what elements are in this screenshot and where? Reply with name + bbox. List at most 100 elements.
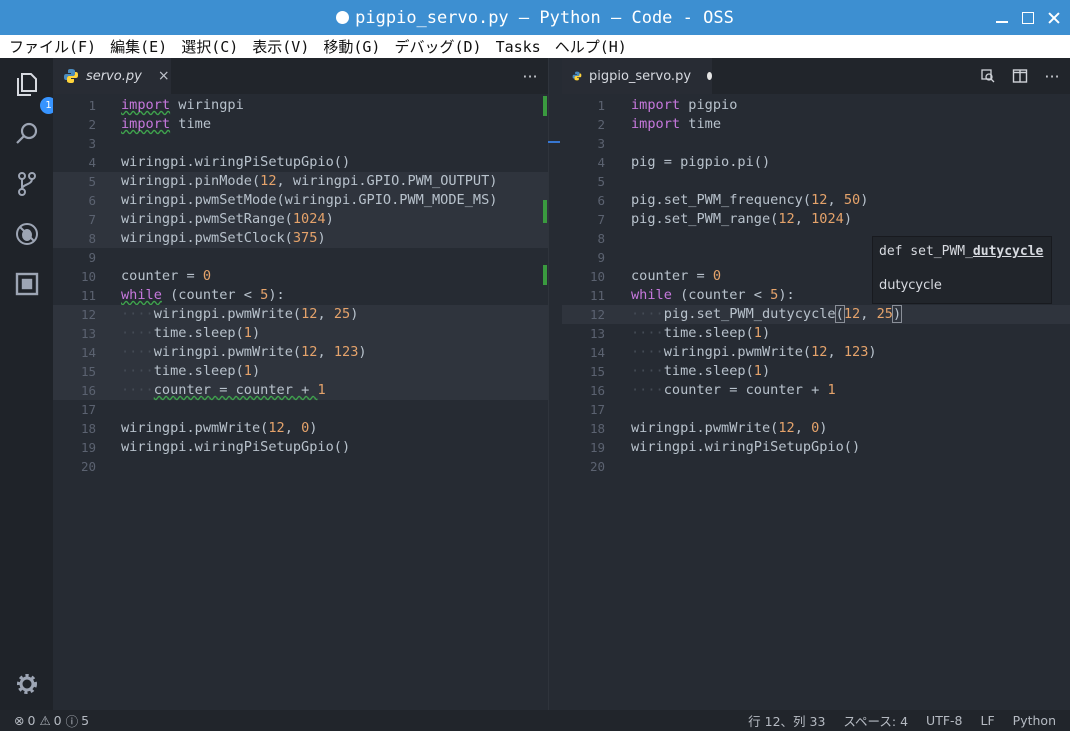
code-line: 15 ····time.sleep(1) <box>562 362 1070 381</box>
code-text: wiringpi.pwmWrite(12, 0) <box>121 420 318 436</box>
menu-bar: ファイル(F) 編集(E) 選択(C) 表示(V) 移動(G) デバッグ(D) … <box>0 35 1070 58</box>
code-editor-right[interactable]: 1 import pigpio 2 import time 3 4 pig = pigpio… <box>562 94 1070 710</box>
code-text: wiringpi.pwmSetClock(375) <box>121 230 326 246</box>
more-actions-icon[interactable]: ··· <box>1042 66 1062 86</box>
code-text: ····time.sleep(1) <box>121 363 261 379</box>
code-line: 2 import time <box>53 115 548 134</box>
code-text: ····wiringpi.pwmWrite(12, 123) <box>121 344 367 360</box>
explorer-icon[interactable]: 1 <box>13 70 57 114</box>
line-number: 14 <box>589 345 605 360</box>
tab-close-button[interactable]: × <box>158 68 170 84</box>
menu-debug[interactable]: デバッグ(D) <box>394 36 481 57</box>
tab-pigpio-servo-py[interactable]: pigpio_servo.py <box>562 58 712 94</box>
problems-indicator[interactable]: ⊗ 0 ⚠ 0 ⓘ 5 <box>14 711 89 730</box>
menu-go[interactable]: 移動(G) <box>323 36 380 57</box>
code-line: 7 wiringpi.pwmSetRange(1024) <box>53 210 548 229</box>
window-title: pigpio_servo.py — Python — Code - OSS <box>355 7 734 28</box>
code-text: pig = pigpio.pi() <box>631 154 771 170</box>
code-line: 13 ····time.sleep(1) <box>562 324 1070 343</box>
line-number: 11 <box>80 288 96 303</box>
code-line: 18 wiringpi.pwmWrite(12, 0) <box>53 419 548 438</box>
line-number: 8 <box>597 231 605 246</box>
maximize-button[interactable] <box>1022 11 1034 24</box>
code-text: import wiringpi <box>121 97 244 113</box>
code-editor-left[interactable]: 1 import wiringpi 2 import time 3 4 wiringpi.w… <box>53 94 548 710</box>
line-number: 12 <box>589 307 605 322</box>
end-of-line[interactable]: LF <box>981 713 995 728</box>
code-line: 19 wiringpi.wiringPiSetupGpio() <box>53 438 548 457</box>
line-number: 2 <box>597 117 605 132</box>
indentation[interactable]: スペース: 4 <box>843 711 908 730</box>
code-line: 17 <box>562 400 1070 419</box>
line-number: 12 <box>80 307 96 322</box>
tab-bar: servo.py × ··· <box>53 58 548 94</box>
line-number: 16 <box>80 383 96 398</box>
code-line: 4 pig = pigpio.pi() <box>562 153 1070 172</box>
hover-signature: def set_PWM_dutycycle <box>879 244 1044 259</box>
code-line: 18 wiringpi.pwmWrite(12, 0) <box>562 419 1070 438</box>
menu-selection[interactable]: 選択(C) <box>181 36 238 57</box>
code-text: ····time.sleep(1) <box>121 325 261 341</box>
more-actions-icon[interactable]: ··· <box>520 66 540 86</box>
tab-label: pigpio_servo.py <box>588 68 692 84</box>
minimize-button[interactable] <box>996 12 1008 24</box>
menu-edit[interactable]: 編集(E) <box>110 36 167 57</box>
line-number: 13 <box>589 326 605 341</box>
line-number: 10 <box>80 269 96 284</box>
unsaved-dot-icon <box>336 11 350 24</box>
editor-split-divider[interactable] <box>543 58 562 710</box>
tab-label: servo.py <box>86 68 142 84</box>
language-mode[interactable]: Python <box>1013 713 1056 728</box>
unsaved-dot-icon[interactable] <box>707 72 712 80</box>
menu-tasks[interactable]: Tasks <box>496 38 541 56</box>
code-text: pig.set_PWM_range(12, 1024) <box>631 211 853 227</box>
line-number: 16 <box>589 383 605 398</box>
code-line: 20 <box>562 457 1070 476</box>
gear-icon[interactable] <box>13 670 41 698</box>
code-text: ····wiringpi.pwmWrite(12, 25) <box>121 306 359 322</box>
line-number: 13 <box>80 326 96 341</box>
debug-icon[interactable] <box>13 220 41 248</box>
menu-help[interactable]: ヘルプ(H) <box>555 36 627 57</box>
open-changes-icon[interactable] <box>978 66 998 86</box>
code-text: import pigpio <box>631 97 738 113</box>
code-line: 6 wiringpi.pwmSetMode(wiringpi.GPIO.PWM_M… <box>53 191 548 210</box>
code-text: wiringpi.pwmSetRange(1024) <box>121 211 334 227</box>
encoding[interactable]: UTF-8 <box>926 713 962 728</box>
git-added-marker <box>543 96 547 116</box>
code-text: ····time.sleep(1) <box>631 325 771 341</box>
code-text: counter = 0 <box>631 268 722 284</box>
code-line: 1 import wiringpi <box>53 96 548 115</box>
info-icon: ⓘ <box>65 714 79 729</box>
code-line: 12 ····wiringpi.pwmWrite(12, 25) <box>53 305 548 324</box>
tab-servo-py[interactable]: servo.py × <box>53 58 171 94</box>
code-text: ····wiringpi.pwmWrite(12, 123) <box>631 344 877 360</box>
line-number: 20 <box>80 459 96 474</box>
split-editor-icon[interactable] <box>1010 66 1030 86</box>
line-number: 2 <box>88 117 96 132</box>
code-line: 16 ····counter = counter + 1 <box>53 381 548 400</box>
line-number: 4 <box>88 155 96 170</box>
menu-file[interactable]: ファイル(F) <box>9 36 96 57</box>
line-number: 17 <box>589 402 605 417</box>
close-window-button[interactable] <box>1048 12 1060 24</box>
code-line: 5 <box>562 172 1070 191</box>
git-added-marker <box>543 265 547 285</box>
code-text: wiringpi.wiringPiSetupGpio() <box>631 439 861 455</box>
editor-group-right: pigpio_servo.py ··· 1 import pigpio 2 impor… <box>562 58 1070 710</box>
line-number: 17 <box>80 402 96 417</box>
python-file-icon <box>64 69 78 83</box>
overview-ruler-marker <box>548 141 560 143</box>
extensions-icon[interactable] <box>13 270 41 298</box>
search-icon[interactable] <box>13 120 41 148</box>
line-number: 9 <box>88 250 96 265</box>
code-line: 13 ····time.sleep(1) <box>53 324 548 343</box>
code-line: 10 counter = 0 <box>53 267 548 286</box>
code-line: 7 pig.set_PWM_range(12, 1024) <box>562 210 1070 229</box>
cursor-position[interactable]: 行 12、列 33 <box>748 711 825 730</box>
menu-view[interactable]: 表示(V) <box>252 36 309 57</box>
line-number: 14 <box>80 345 96 360</box>
code-text: ····time.sleep(1) <box>631 363 771 379</box>
line-number: 3 <box>88 136 96 151</box>
source-control-icon[interactable] <box>13 170 41 198</box>
